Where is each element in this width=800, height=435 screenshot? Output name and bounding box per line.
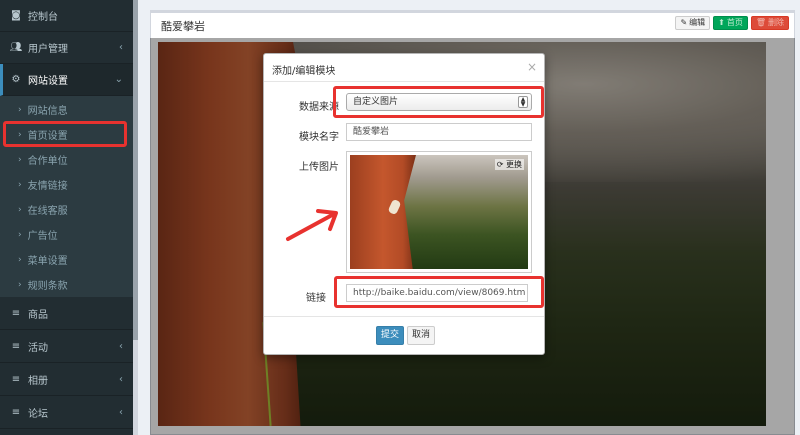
- delete-button[interactable]: 🗑︎ 删除: [750, 16, 789, 30]
- chevron-left-icon: ‹: [119, 341, 123, 352]
- modal-header: 添加/编辑模块 ×: [264, 54, 544, 82]
- pencil-icon: ✎: [680, 18, 688, 27]
- submit-button[interactable]: 提交: [376, 326, 404, 345]
- sidebar-subitem-online-service[interactable]: › 在线客服: [0, 197, 133, 222]
- close-icon[interactable]: ×: [527, 60, 537, 74]
- sidebar-subitem-label: 规则条款: [27, 281, 68, 292]
- sidebar-subitem-friend-links[interactable]: › 友情链接: [0, 172, 133, 197]
- modal-footer: 提交 取消: [264, 316, 544, 354]
- chevron-right-icon: ›: [18, 154, 22, 165]
- panel-toolbar: ✎ 编辑 ⬆ 首页 🗑︎ 删除: [675, 16, 789, 30]
- chevron-left-icon: ‹: [119, 374, 123, 385]
- bars-icon: ≡: [11, 308, 21, 319]
- sidebar-subitem-label: 在线客服: [27, 206, 68, 217]
- sidebar-item-label: 用户管理: [28, 44, 68, 55]
- highlight-box-home-settings: [3, 121, 127, 147]
- sidebar-item-products[interactable]: ≡ 商品: [0, 298, 133, 330]
- highlight-box-link-input: [334, 276, 544, 308]
- change-image-button[interactable]: ⟳ 更换: [494, 159, 524, 170]
- module-name-input[interactable]: 酷爱攀岩: [346, 123, 532, 141]
- edit-button-label: 编辑: [689, 18, 706, 27]
- cancel-button[interactable]: 取消: [407, 326, 435, 345]
- sidebar-subitem-partners[interactable]: › 合作单位: [0, 147, 133, 172]
- home-button-label: 首页: [726, 18, 743, 27]
- sidebar: ◙ 控制台 👥︎ 用户管理 ‹ ⚙ 网站设置 ⌄ › 网站信息 › 首页设置 ›…: [0, 0, 133, 435]
- chevron-right-icon: ›: [18, 254, 22, 265]
- sidebar-item-label: 网站设置: [28, 76, 68, 87]
- chevron-left-icon: ‹: [119, 42, 123, 53]
- chevron-left-icon: ‹: [119, 407, 123, 418]
- chevron-down-icon: ⌄: [114, 74, 123, 85]
- sidebar-item-users[interactable]: 👥︎ 用户管理 ‹: [0, 32, 133, 64]
- sidebar-subitem-label: 合作单位: [27, 156, 68, 167]
- sidebar-item-albums[interactable]: ≡ 相册 ‹: [0, 364, 133, 396]
- sidebar-subitem-ads[interactable]: › 广告位: [0, 222, 133, 247]
- sidebar-item-label: 商品: [28, 310, 48, 321]
- sidebar-item-label: 论坛: [28, 409, 48, 420]
- sidebar-item-forum[interactable]: ≡ 论坛 ‹: [0, 397, 133, 429]
- sidebar-subitem-menu-settings[interactable]: › 菜单设置: [0, 247, 133, 272]
- sidebar-item-dashboard[interactable]: ◙ 控制台: [0, 0, 133, 32]
- modal-title: 添加/编辑模块: [272, 66, 336, 77]
- bars-icon: ≡: [11, 407, 21, 418]
- chevron-right-icon: ›: [18, 229, 22, 240]
- chevron-right-icon: ›: [18, 179, 22, 190]
- arrow-up-icon: ⬆: [718, 18, 725, 27]
- annotation-arrow-icon: [286, 209, 338, 241]
- change-image-label: 更换: [506, 160, 522, 169]
- sidebar-item-label: 相册: [28, 376, 48, 387]
- edit-button[interactable]: ✎ 编辑: [675, 16, 711, 30]
- scrollbar-thumb[interactable]: [133, 0, 138, 340]
- panel-title: 酷爱攀岩: [161, 20, 205, 33]
- chevron-right-icon: ›: [18, 204, 22, 215]
- highlight-box-source-select: [333, 86, 544, 118]
- sidebar-subitem-label: 广告位: [27, 231, 58, 242]
- sidebar-subitem-label: 网站信息: [27, 106, 68, 117]
- source-label: 数据来源: [299, 102, 339, 113]
- sidebar-subitem-label: 菜单设置: [27, 256, 68, 267]
- image-preview: ⟳ 更换: [350, 155, 528, 269]
- trash-icon: 🗑︎: [755, 18, 766, 27]
- sidebar-item-activities[interactable]: ≡ 活动 ‹: [0, 331, 133, 363]
- image-preview-frame: ⟳ 更换: [346, 151, 532, 273]
- sidebar-subitem-site-info[interactable]: › 网站信息: [0, 97, 133, 122]
- chevron-right-icon: ›: [18, 104, 22, 115]
- home-button[interactable]: ⬆ 首页: [713, 16, 748, 30]
- link-label: 链接: [306, 293, 326, 304]
- sidebar-item-label: 活动: [28, 343, 48, 354]
- sidebar-subitem-terms[interactable]: › 规则条款: [0, 272, 133, 297]
- sidebar-item-label: 控制台: [28, 12, 58, 23]
- module-name-label: 模块名字: [299, 132, 339, 143]
- bars-icon: ≡: [11, 341, 21, 352]
- upload-label: 上传图片: [299, 162, 339, 173]
- users-icon: 👥︎: [9, 42, 23, 53]
- dashboard-icon: ◙: [11, 10, 21, 21]
- sidebar-subitem-label: 友情链接: [27, 181, 68, 192]
- cogs-icon: ⚙: [11, 74, 21, 85]
- bars-icon: ≡: [11, 374, 21, 385]
- chevron-right-icon: ›: [18, 279, 22, 290]
- sidebar-item-site-settings[interactable]: ⚙ 网站设置 ⌄: [0, 64, 133, 96]
- refresh-icon: ⟳: [496, 160, 504, 169]
- delete-button-label: 删除: [768, 18, 784, 27]
